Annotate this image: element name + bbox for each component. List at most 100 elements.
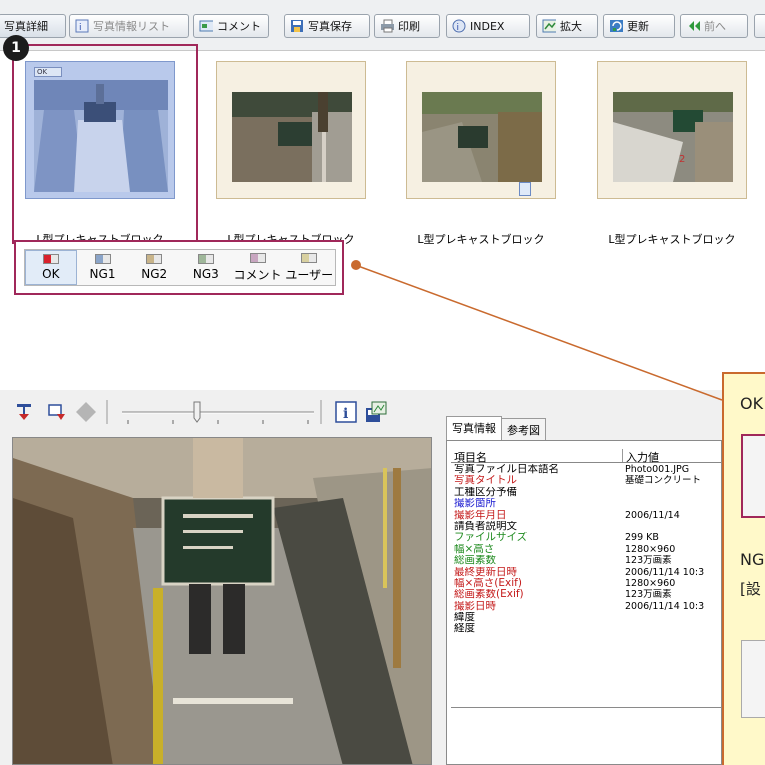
info-row-key: 緯度 xyxy=(454,612,475,624)
info-row-value xyxy=(623,498,721,509)
status-flag-icon xyxy=(94,254,111,264)
info-icon[interactable]: i xyxy=(334,400,358,424)
info-row[interactable]: 撮影箇所 xyxy=(451,498,721,510)
info-row-value: 123万画素 xyxy=(625,589,672,601)
info-row[interactable]: 写真ファイル日本語名 Photo001.JPG xyxy=(451,464,721,475)
info-row[interactable]: ファイルサイズ 299 KB xyxy=(451,532,721,544)
zoom-button[interactable]: 拡大 xyxy=(536,14,598,38)
status-buttons: OK NG1 NG2 NG3 コメント ユーザー xyxy=(24,249,336,286)
move-last-icon[interactable] xyxy=(44,400,68,424)
status-button-3[interactable]: NG3 xyxy=(180,250,232,285)
info-row[interactable]: 幅×高さ(Exif) 1280×960 xyxy=(451,577,721,589)
svg-text:i: i xyxy=(79,23,82,33)
thumbnail-area: 1 OK 2 L型プレキャストブロック L型プレキャストブロック xyxy=(0,35,765,390)
index-button[interactable]: i INDEX xyxy=(446,14,530,38)
info-row-value: Photo001.JPG xyxy=(625,464,690,475)
info-row-key: 撮影日時 xyxy=(454,600,496,612)
photo-detail-label: 写真詳細 xyxy=(4,20,48,33)
prev-label: 前へ xyxy=(704,20,726,33)
status-button-4[interactable]: コメント xyxy=(232,250,284,285)
prev-button[interactable]: 前へ xyxy=(680,14,748,38)
step-badge: 1 xyxy=(3,35,29,61)
info-row[interactable]: 総画素数(Exif) 123万画素 xyxy=(451,589,721,601)
info-tabs: 写真情報 参考図 xyxy=(446,416,546,440)
callout-sample-frame-ng xyxy=(741,640,765,718)
info-row[interactable]: 幅×高さ 1280×960 xyxy=(451,543,721,555)
status-button-2[interactable]: NG2 xyxy=(128,250,180,285)
comment-icon xyxy=(199,19,213,33)
info-row-key: 幅×高さ xyxy=(454,543,495,555)
status-flag-icon xyxy=(301,252,318,263)
info-row-key: 総画素数(Exif) xyxy=(454,589,524,601)
zoom-slider[interactable] xyxy=(118,400,318,426)
info-row-key: 撮影箇所 xyxy=(454,498,496,510)
thumbnail-3-photo xyxy=(422,92,542,182)
info-row-value: 123万画素 xyxy=(625,555,672,567)
photo-info-list-label: 写真情報リスト xyxy=(93,20,170,33)
info-row-key: 請負者説明文 xyxy=(454,520,517,532)
info-row-value xyxy=(623,623,721,634)
status-label: コメント xyxy=(233,267,282,282)
callout-text-ng: NG xyxy=(740,550,765,569)
save-photo-icon xyxy=(290,19,304,33)
info-row[interactable]: 撮影年月日 2006/11/14 xyxy=(451,509,721,521)
index-label: INDEX xyxy=(470,19,505,33)
save-image-icon[interactable] xyxy=(364,400,388,424)
photo-info-list-button[interactable]: i 写真情報リスト xyxy=(69,14,189,38)
info-row-key: 幅×高さ(Exif) xyxy=(454,577,522,589)
info-row-value: 基礎コンクリート xyxy=(625,475,702,487)
info-row-value: 2006/11/14 10:3 xyxy=(625,600,705,612)
tab-photo-info[interactable]: 写真情報 xyxy=(446,416,502,440)
info-row[interactable]: 工種区分予備 xyxy=(451,487,721,498)
status-button-5[interactable]: ユーザー xyxy=(283,250,335,285)
svg-text:2: 2 xyxy=(679,154,685,165)
separator xyxy=(102,400,112,424)
photo-detail-button[interactable]: 写真詳細 xyxy=(0,14,66,38)
thumbnail-3-label: L型プレキャストブロック xyxy=(417,233,545,246)
photo-manager-window: 写真詳細 i 写真情報リスト コメント 写真保存 印刷 i INDEX 拡大 更… xyxy=(0,0,765,765)
info-row[interactable]: 最終更新日時 2006/11/14 10:3 xyxy=(451,566,721,578)
grid-header: 項目名 入力値 xyxy=(451,449,721,464)
info-row-value: 299 KB xyxy=(625,532,659,544)
status-flag-icon xyxy=(197,254,214,264)
index-icon: i xyxy=(452,19,466,33)
info-row[interactable]: 撮影日時 2006/11/14 10:3 xyxy=(451,600,721,612)
status-label: NG1 xyxy=(89,267,116,281)
comment-button[interactable]: コメント xyxy=(193,14,269,38)
info-row[interactable]: 緯度 xyxy=(451,612,721,624)
info-row-key: ファイルサイズ xyxy=(454,532,528,544)
tab-reference-drawing[interactable]: 参考図 xyxy=(501,418,546,440)
print-label: 印刷 xyxy=(398,20,420,33)
thumbnail-2[interactable] xyxy=(216,61,366,199)
thumbnail-3[interactable] xyxy=(406,61,556,199)
info-row-value: 1280×960 xyxy=(625,543,676,555)
refresh-button[interactable]: 更新 xyxy=(603,14,675,38)
status-button-0[interactable]: OK xyxy=(25,250,77,285)
move-first-icon[interactable] xyxy=(12,400,36,424)
status-button-1[interactable]: NG1 xyxy=(77,250,129,285)
status-flag-icon xyxy=(146,254,163,264)
save-photo-button[interactable]: 写真保存 xyxy=(284,14,370,38)
site-photo xyxy=(13,438,431,764)
toolbar: 写真詳細 i 写真情報リスト コメント 写真保存 印刷 i INDEX 拡大 更… xyxy=(0,0,765,50)
info-row-value: 2006/11/14 xyxy=(625,509,680,521)
photo-viewer[interactable] xyxy=(12,437,432,765)
diamond-icon[interactable] xyxy=(74,400,98,424)
status-flag-icon xyxy=(42,254,59,264)
print-button[interactable]: 印刷 xyxy=(374,14,440,38)
column-item-name: 項目名 xyxy=(451,449,623,464)
status-flag-icon xyxy=(249,252,266,263)
info-row-key: 総画素数 xyxy=(454,555,496,567)
info-row[interactable]: 総画素数 123万画素 xyxy=(451,555,721,567)
next-button-partial[interactable] xyxy=(754,14,765,38)
info-row-value: 1280×960 xyxy=(625,577,676,589)
info-row[interactable]: 写真タイトル 基礎コンクリート xyxy=(451,475,721,487)
info-row-key: 最終更新日時 xyxy=(454,566,517,578)
info-row[interactable]: 請負者説明文 xyxy=(451,520,721,532)
thumbnail-4[interactable]: 2 xyxy=(597,61,747,199)
status-selector: OK NG1 NG2 NG3 コメント ユーザー xyxy=(14,240,344,295)
info-grid: 項目名 入力値 写真ファイル日本語名 Photo001.JPG 写真タイトル 基礎コン… xyxy=(446,440,722,765)
info-row-key: 経度 xyxy=(454,623,475,635)
info-row[interactable]: 経度 xyxy=(451,623,721,635)
info-row-value xyxy=(623,521,721,532)
